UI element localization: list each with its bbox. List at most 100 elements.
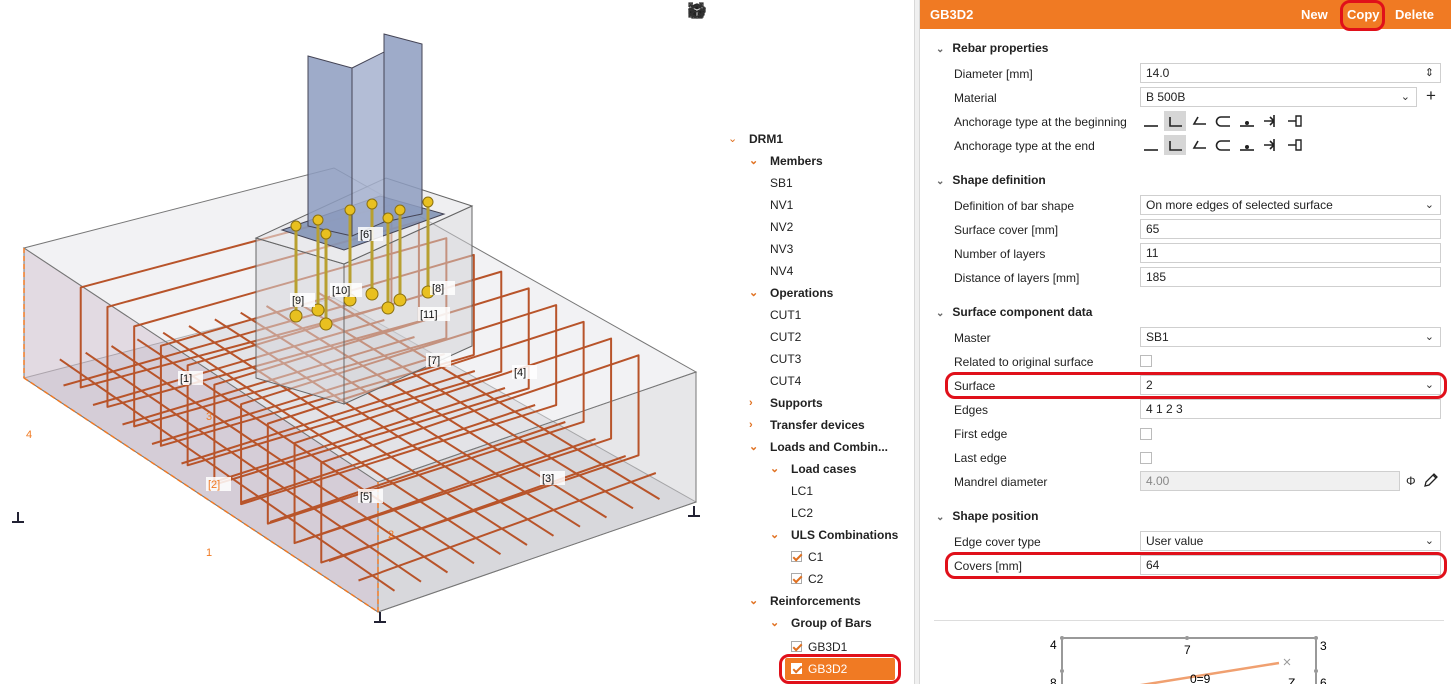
anchor-head-icon[interactable]: [1284, 135, 1306, 155]
anchor-bolt-head: [290, 220, 302, 232]
tree-item-c2[interactable]: C2: [791, 568, 823, 590]
chevron-down-icon: ⌄: [1424, 535, 1434, 547]
member-label: [4]: [514, 367, 526, 379]
chevron-down-icon[interactable]: [689, 3, 722, 27]
3d-model-scene[interactable]: [1] [2] [3] [4] [5] [6] [7] [8] [9] [10] [11] 1 2 3 4: [0, 0, 722, 684]
checkbox-checked[interactable]: [791, 641, 802, 652]
sketch-label: 0=9: [1190, 672, 1211, 684]
anchorage-end-selector[interactable]: [1140, 135, 1306, 155]
related-label: Related to original surface: [954, 355, 1094, 369]
section-surface-component[interactable]: ⌄ Surface component data: [936, 305, 1092, 319]
anchor-hook-icon[interactable]: [1188, 135, 1210, 155]
anchor-head-icon[interactable]: [1284, 111, 1306, 131]
edges-input[interactable]: 4 1 2 3: [1140, 399, 1441, 419]
tree-item-cut4[interactable]: CUT4: [770, 370, 801, 392]
chevron-down-icon: ⌄: [1424, 331, 1434, 343]
tree-item-load-cases[interactable]: ⌄ Load cases: [770, 458, 856, 480]
tree-item-nv2[interactable]: NV2: [770, 216, 793, 238]
tree-item-nv4[interactable]: NV4: [770, 260, 793, 282]
spinner-icon[interactable]: ⇕: [1425, 64, 1434, 82]
tree-item-cut1[interactable]: CUT1: [770, 304, 801, 326]
edges-label: Edges: [954, 403, 989, 417]
tree-item-gb3d1[interactable]: GB3D1: [791, 636, 847, 658]
covers-input[interactable]: 64: [1140, 555, 1441, 575]
section-shape-definition[interactable]: ⌄ Shape definition: [936, 173, 1046, 187]
checkbox-checked[interactable]: [791, 663, 802, 674]
tree-item-reinforcements[interactable]: ⌄ Reinforcements: [749, 590, 861, 612]
diameter-input[interactable]: 14.0 ⇕: [1140, 63, 1441, 83]
material-select[interactable]: B 500B ⌄: [1140, 87, 1417, 107]
edge-label: 2: [388, 529, 394, 541]
surface-value: 2: [1146, 378, 1153, 392]
edge-cover-type-label: Edge cover type: [954, 535, 1041, 549]
anchorage-begin-selector[interactable]: [1140, 111, 1306, 131]
bar-shape-select[interactable]: On more edges of selected surface ⌄: [1140, 195, 1441, 215]
new-button[interactable]: New: [1301, 7, 1328, 22]
tree-item-operations[interactable]: ⌄ Operations: [749, 282, 833, 304]
anchor-weld-icon[interactable]: [1236, 111, 1258, 131]
anchor-straight-icon[interactable]: [1140, 135, 1162, 155]
checkbox-checked[interactable]: [791, 573, 802, 584]
anchor-straight-icon[interactable]: [1140, 111, 1162, 131]
anchor-loop-icon[interactable]: [1212, 111, 1234, 131]
edit-pencil-icon[interactable]: [1423, 472, 1439, 491]
surface-select[interactable]: 2 ⌄: [1140, 375, 1441, 395]
anchor-loop-icon[interactable]: [1212, 135, 1234, 155]
checkbox-checked[interactable]: [791, 551, 802, 562]
anchor-bolt-plate: [319, 317, 333, 331]
tree-item-lc1[interactable]: LC1: [791, 480, 813, 502]
anchor-plate-icon[interactable]: [1260, 135, 1282, 155]
tree-item-lc2[interactable]: LC2: [791, 502, 813, 524]
tree-item-supports[interactable]: › Supports: [749, 392, 823, 414]
anchor-bolt-plate: [365, 287, 379, 301]
section-rebar-properties[interactable]: ⌄ Rebar properties: [936, 41, 1048, 55]
section-shape-position[interactable]: ⌄ Shape position: [936, 509, 1038, 523]
tree-item-label: CUT4: [770, 374, 802, 388]
edge-cover-type-select[interactable]: User value ⌄: [1140, 531, 1441, 551]
layers-input[interactable]: 11: [1140, 243, 1441, 263]
copy-button[interactable]: Copy: [1347, 7, 1380, 22]
anchor-weld-icon[interactable]: [1236, 135, 1258, 155]
tree-item-cut3[interactable]: CUT3: [770, 348, 801, 370]
tree-item-label: Load cases: [791, 462, 857, 476]
chevron-down-icon: ⌄: [936, 176, 945, 187]
tree-item-cut2[interactable]: CUT2: [770, 326, 801, 348]
tree-item-sb1[interactable]: SB1: [770, 172, 793, 194]
tree-item-label: NV1: [770, 198, 794, 212]
anchor-plate-icon[interactable]: [1260, 111, 1282, 131]
3d-viewport[interactable]: [1] [2] [3] [4] [5] [6] [7] [8] [9] [10] [11] 1 2 3 4: [0, 0, 722, 684]
first-edge-checkbox[interactable]: [1140, 428, 1152, 440]
related-checkbox[interactable]: [1140, 355, 1152, 367]
edge-label: 4: [26, 429, 32, 441]
tree-item-label: CUT2: [770, 330, 802, 344]
master-select[interactable]: SB1 ⌄: [1140, 327, 1441, 347]
last-edge-checkbox[interactable]: [1140, 452, 1152, 464]
mandrel-input[interactable]: 4.00: [1140, 471, 1400, 491]
delete-button[interactable]: Delete: [1395, 7, 1434, 22]
column-web: [351, 51, 385, 237]
tree-item-nv3[interactable]: NV3: [770, 238, 793, 260]
tree-item-transfer-devices[interactable]: › Transfer devices: [749, 414, 865, 436]
shape-preview-sketch: 4 7 3 8 0=9 Z 6: [934, 620, 1444, 684]
diameter-value: 14.0: [1146, 66, 1170, 80]
column-flange: [383, 33, 423, 223]
tree-item-label: CUT1: [770, 308, 802, 322]
tree-item-group-of-bars[interactable]: ⌄ Group of Bars: [770, 612, 872, 634]
covers-label: Covers [mm]: [954, 559, 1023, 573]
bar-shape-value: On more edges of selected surface: [1146, 198, 1333, 212]
bar-shape-label: Definition of bar shape: [954, 199, 1075, 213]
tree-item-nv1[interactable]: NV1: [770, 194, 793, 216]
layer-distance-input[interactable]: 185: [1140, 267, 1441, 287]
tree-item-gb3d2[interactable]: GB3D2: [785, 658, 895, 680]
sketch-label: 8: [1050, 676, 1057, 684]
surface-cover-input[interactable]: 65: [1140, 219, 1441, 239]
anchor-bend-icon[interactable]: [1164, 111, 1186, 131]
anchor-hook-icon[interactable]: [1188, 111, 1210, 131]
add-material-icon[interactable]: +: [1426, 86, 1436, 106]
tree-item-loads[interactable]: ⌄ Loads and Combin...: [749, 436, 888, 458]
tree-item-uls-combinations[interactable]: ⌄ ULS Combinations: [770, 524, 898, 546]
tree-item-drm1[interactable]: ⌄ DRM1: [728, 128, 783, 150]
tree-item-members[interactable]: ⌄ Members: [749, 150, 823, 172]
tree-item-c1[interactable]: C1: [791, 546, 823, 568]
anchor-bend-icon[interactable]: [1164, 135, 1186, 155]
